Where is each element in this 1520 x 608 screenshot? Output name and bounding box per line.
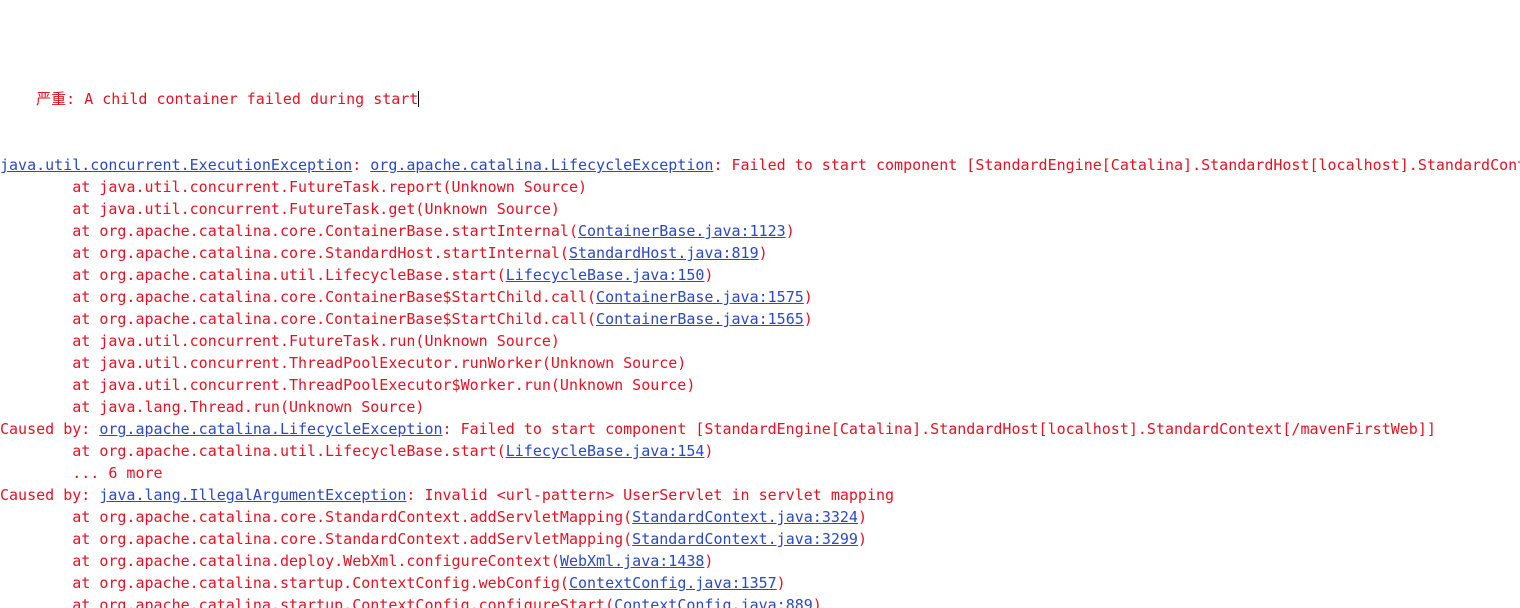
stack-trace-line: at org.apache.catalina.startup.ContextCo… [0,594,1520,608]
line-text: at java.util.concurrent.FutureTask.get(U… [72,200,560,218]
line-text: at org.apache.catalina.core.StandardCont… [72,508,633,526]
line-text: Caused by: [0,486,100,504]
line-text: Caused by: [0,420,100,438]
text-caret [418,91,420,107]
stack-trace-line: at java.util.concurrent.ThreadPoolExecut… [0,374,1520,396]
stack-trace-line: at java.util.concurrent.FutureTask.run(U… [0,330,1520,352]
line-text: ) [803,288,813,306]
line-text: : Failed to start component [StandardEng… [442,420,1436,438]
console-header-line: 严重: A child container failed during star… [0,66,1520,108]
source-link[interactable]: LifecycleBase.java:154 [506,442,705,460]
source-link[interactable]: java.lang.IllegalArgumentException [99,486,406,504]
stack-trace-line: at org.apache.catalina.deploy.WebXml.con… [0,550,1520,572]
stack-trace-line: Caused by: org.apache.catalina.Lifecycle… [0,418,1520,440]
line-text: ) [704,442,714,460]
line-text: at java.lang.Thread.run(Unknown Source) [72,398,425,416]
line-text: at org.apache.catalina.core.ContainerBas… [72,288,597,306]
stack-trace-line: at org.apache.catalina.util.LifecycleBas… [0,264,1520,286]
line-text: ) [758,244,768,262]
stack-trace-line: at java.util.concurrent.ThreadPoolExecut… [0,352,1520,374]
stack-trace-line: at org.apache.catalina.core.ContainerBas… [0,286,1520,308]
line-text: at org.apache.catalina.core.ContainerBas… [72,222,578,240]
stack-trace-line: at org.apache.catalina.core.StandardCont… [0,528,1520,550]
line-text: at org.apache.catalina.deploy.WebXml.con… [72,552,560,570]
stack-trace-line: at java.util.concurrent.FutureTask.get(U… [0,198,1520,220]
source-link[interactable]: ContainerBase.java:1123 [578,222,786,240]
line-text: at org.apache.catalina.core.StandardCont… [72,530,633,548]
source-link[interactable]: java.util.concurrent.ExecutionException [0,156,352,174]
stack-trace-line: at org.apache.catalina.core.ContainerBas… [0,308,1520,330]
line-text: ) [857,508,867,526]
severity-separator: : [66,90,85,108]
line-text: ) [812,596,822,608]
stack-trace-line: at org.apache.catalina.core.StandardCont… [0,506,1520,528]
line-text: : Failed to start component [StandardEng… [713,156,1520,174]
line-text: ... 6 more [72,464,163,482]
line-text: : Invalid <url-pattern> UserServlet in s… [406,486,895,504]
source-link[interactable]: LifecycleBase.java:150 [506,266,705,284]
line-text: at java.util.concurrent.FutureTask.run(U… [72,332,560,350]
severity-label: 严重 [36,90,67,108]
source-link[interactable]: ContainerBase.java:1575 [596,288,804,306]
line-text: ) [704,552,714,570]
line-text: : [352,156,371,174]
line-text: at org.apache.catalina.startup.ContextCo… [72,574,569,592]
stack-trace-lines: java.util.concurrent.ExecutionException:… [0,154,1520,608]
stack-trace-line: at java.util.concurrent.FutureTask.repor… [0,176,1520,198]
source-link[interactable]: org.apache.catalina.LifecycleException [99,420,442,438]
stack-trace-line: Caused by: java.lang.IllegalArgumentExce… [0,484,1520,506]
line-text: ) [857,530,867,548]
line-text: at java.util.concurrent.FutureTask.repor… [72,178,588,196]
line-text: ) [704,266,714,284]
stack-trace-line: at org.apache.catalina.util.LifecycleBas… [0,440,1520,462]
line-text: ) [785,222,795,240]
line-text: at org.apache.catalina.util.LifecycleBas… [72,266,506,284]
source-link[interactable]: WebXml.java:1438 [560,552,705,570]
line-text: at java.util.concurrent.ThreadPoolExecut… [72,354,687,372]
source-link[interactable]: StandardContext.java:3299 [632,530,858,548]
stack-trace-line: ... 6 more [0,462,1520,484]
line-text: at org.apache.catalina.core.StandardHost… [72,244,569,262]
header-message: A child container failed during start [84,90,419,108]
line-text: at java.util.concurrent.ThreadPoolExecut… [72,376,696,394]
line-text: at org.apache.catalina.core.ContainerBas… [72,310,597,328]
line-text: at org.apache.catalina.util.LifecycleBas… [72,442,506,460]
source-link[interactable]: ContextConfig.java:1357 [569,574,777,592]
stack-trace-line: java.util.concurrent.ExecutionException:… [0,154,1520,176]
stack-trace-line: at org.apache.catalina.core.StandardHost… [0,242,1520,264]
line-text: at org.apache.catalina.startup.ContextCo… [72,596,615,608]
source-link[interactable]: StandardContext.java:3324 [632,508,858,526]
source-link[interactable]: ContainerBase.java:1565 [596,310,804,328]
stack-trace-line: at java.lang.Thread.run(Unknown Source) [0,396,1520,418]
line-text: ) [803,310,813,328]
source-link[interactable]: org.apache.catalina.LifecycleException [370,156,713,174]
stack-trace-line: at org.apache.catalina.core.ContainerBas… [0,220,1520,242]
console-output-panel[interactable]: 严重: A child container failed during star… [0,0,1520,608]
line-text: ) [776,574,786,592]
stack-trace-line: at org.apache.catalina.startup.ContextCo… [0,572,1520,594]
source-link[interactable]: ContextConfig.java:889 [614,596,813,608]
source-link[interactable]: StandardHost.java:819 [569,244,759,262]
